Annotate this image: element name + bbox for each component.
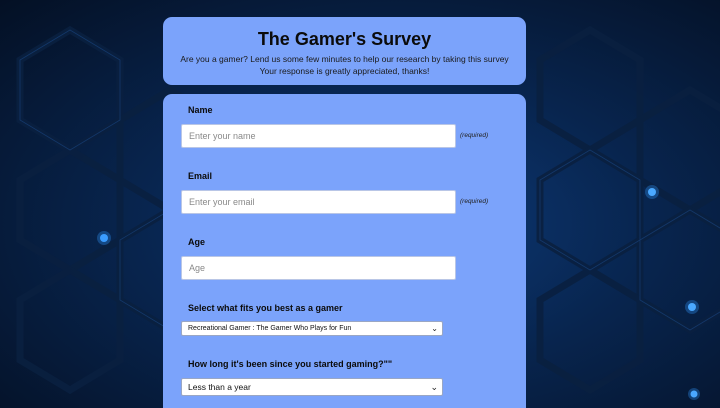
- gaming-duration-select[interactable]: Less than a year ⌄: [181, 378, 443, 396]
- gamer-type-select[interactable]: Recreational Gamer : The Gamer Who Plays…: [181, 321, 443, 336]
- node-left: [97, 231, 111, 245]
- gaming-duration-selected-value: Less than a year: [188, 382, 251, 392]
- chevron-down-icon: ⌄: [430, 382, 438, 392]
- page-title: The Gamer's Survey: [257, 29, 432, 49]
- name-input[interactable]: [181, 124, 456, 148]
- email-input[interactable]: [181, 190, 456, 214]
- gamer-type-label: Select what fits you best as a gamer: [188, 303, 343, 313]
- chevron-down-icon: ⌄: [431, 324, 438, 333]
- gamer-type-selected-value: Recreational Gamer : The Gamer Who Plays…: [188, 325, 352, 332]
- name-label: Name: [188, 105, 213, 115]
- age-label: Age: [188, 237, 206, 247]
- email-required-note: (required): [460, 198, 489, 205]
- node-right-mid: [685, 300, 699, 314]
- age-input[interactable]: [181, 256, 456, 280]
- name-required-note: (required): [460, 132, 489, 139]
- node-right-bottom: [688, 388, 700, 400]
- survey-form: Name (required) Email (required) Age Sel…: [163, 94, 526, 408]
- survey-description-line1: Are you a gamer? Lend us some few minute…: [180, 54, 509, 64]
- survey-description-line2: Your response is greatly appreciated, th…: [259, 66, 430, 76]
- node-right-top: [645, 185, 659, 199]
- email-label: Email: [188, 171, 213, 181]
- survey-header-card: The Gamer's Survey Are you a gamer? Lend…: [163, 17, 526, 85]
- gaming-duration-label: How long it's been since you started gam…: [188, 359, 393, 369]
